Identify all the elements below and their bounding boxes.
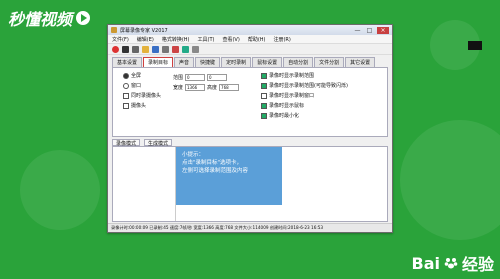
export-icon[interactable] [192, 45, 199, 53]
play-icon[interactable] [182, 45, 189, 53]
option-label: 录像时显示录制范围 [269, 73, 315, 79]
paw-icon [444, 258, 458, 269]
decor-circle [400, 120, 500, 240]
field-label: 高度 [207, 85, 218, 91]
toolbar [108, 44, 392, 55]
checkbox-icon [261, 82, 267, 89]
title-bar: 屏幕录像专家 V2017 — □ × [108, 25, 392, 35]
tab-hotkeys[interactable]: 快捷键 [195, 57, 221, 67]
check-option[interactable]: 录像时显示鼠标 [261, 102, 348, 109]
size-row: 宽度 1366 高度 768 [173, 84, 240, 91]
region-fields: 范围 0 0 宽度 1366 高度 768 [173, 74, 240, 91]
tip-line2: 左侧可选择录制范围及内容 [182, 168, 249, 174]
option-label: 全屏 [131, 73, 142, 79]
baidu-jingyan-logo: Bai 经验 [412, 251, 495, 275]
tip-box: 小提示： 点击"录制目标"选项卡， 左侧可选择录制范围及内容 [176, 147, 282, 205]
tab-other[interactable]: 其它设置 [345, 57, 376, 67]
record-mode-label: 录像模式 [112, 139, 141, 147]
status-bar: 录像计时:00:00:09 已录制:45 速度:7帧/秒 宽度:1366 高度:… [108, 223, 392, 232]
tab-basic[interactable]: 基本设置 [112, 57, 143, 67]
tip-line1: 点击"录制目标"选项卡， [182, 160, 243, 166]
checkbox-icon [123, 92, 129, 99]
tab-mouse[interactable]: 鼠标设置 [252, 57, 283, 67]
tab-file-split[interactable]: 文件分割 [314, 57, 345, 67]
check-option[interactable]: 录像时显示录制范围(可能导致闪烁) [261, 82, 348, 89]
mode-window[interactable]: 窗口 [123, 82, 161, 89]
folder-icon[interactable] [142, 45, 149, 53]
record-icon[interactable] [112, 45, 119, 53]
checkbox-icon [261, 72, 267, 79]
delete-icon[interactable] [172, 45, 179, 53]
tab-schedule[interactable]: 定时录制 [221, 57, 252, 67]
brand-name: 秒懂视频 [8, 10, 73, 29]
option-label: 录像时显示录制范围(可能导致闪烁) [269, 83, 348, 89]
region-row: 范围 0 0 [173, 74, 239, 81]
field-label: 范围 [173, 75, 184, 81]
height-field[interactable]: 768 [219, 84, 240, 91]
option-label: 摄像头 [131, 103, 147, 109]
x-field[interactable]: 0 [185, 74, 206, 81]
mode-fullscreen[interactable]: 全屏 [123, 72, 161, 79]
menu-file[interactable]: 文件(F) [112, 36, 129, 43]
gen-mode-label: 生成模式 [144, 139, 173, 147]
settings-icon[interactable] [162, 45, 169, 53]
menu-help[interactable]: 帮助(H) [248, 36, 266, 43]
y-field[interactable]: 0 [207, 74, 228, 81]
content-header: 录像模式 生成模式 [112, 139, 388, 147]
option-label: 录像时最小化 [269, 113, 300, 119]
pause-icon[interactable] [132, 45, 139, 53]
app-window: 屏幕录像专家 V2017 — □ × 文件(F) 编辑(E) 格式转换(H) 工… [107, 24, 393, 233]
recording-list[interactable] [113, 147, 176, 221]
mode-camera-together[interactable]: 同时录摄像头 [123, 92, 161, 99]
menu-tools[interactable]: 工具(T) [198, 36, 215, 43]
display-options: 录像时显示录制范围 录像时显示录制范围(可能导致闪烁) 录像时显示录制窗口 录像… [261, 72, 348, 119]
window-title: 屏幕录像专家 V2017 [120, 27, 168, 34]
checkbox-icon [261, 92, 267, 99]
tab-sound[interactable]: 声音 [174, 57, 195, 67]
menu-view[interactable]: 查看(V) [222, 36, 239, 43]
baidu-suffix: 经验 [461, 255, 494, 274]
baidu-text: Bai [411, 253, 440, 273]
tip-title: 小提示： [182, 152, 205, 158]
checkbox-icon [261, 112, 267, 119]
width-field[interactable]: 1366 [185, 84, 206, 91]
menu-register[interactable]: 注册(R) [273, 36, 290, 43]
check-option[interactable]: 录像时最小化 [261, 112, 348, 119]
minimize-button[interactable]: — [353, 27, 362, 34]
check-option[interactable]: 录像时显示录制窗口 [261, 92, 348, 99]
preview-area: 小提示： 点击"录制目标"选项卡， 左侧可选择录制范围及内容 [176, 147, 387, 221]
check-option[interactable]: 录像时显示录制范围 [261, 72, 348, 79]
tab-record-target[interactable]: 录制目标 [143, 57, 174, 67]
decor-circle [20, 150, 100, 230]
save-icon[interactable] [152, 45, 159, 53]
field-label: 宽度 [173, 85, 184, 91]
stop-icon[interactable] [122, 45, 129, 53]
mode-camera[interactable]: 摄像头 [123, 102, 161, 109]
tab-auto-split[interactable]: 自动分割 [283, 57, 314, 67]
content-area: 小提示： 点击"录制目标"选项卡， 左侧可选择录制范围及内容 [112, 146, 388, 222]
radio-icon [123, 72, 129, 79]
option-label: 录像时显示录制窗口 [269, 93, 315, 99]
option-label: 同时录摄像头 [131, 93, 162, 99]
option-label: 窗口 [131, 83, 142, 89]
color-swatch [468, 41, 482, 50]
record-target-panel: 全屏 窗口 同时录摄像头 摄像头 范围 0 0 宽度 1366 高度 768 录… [112, 67, 388, 137]
brand-logo: 秒懂视频 [8, 6, 91, 30]
settings-tabs: 基本设置 录制目标 声音 快捷键 定时录制 鼠标设置 自动分割 文件分割 其它设… [108, 55, 392, 67]
menu-edit[interactable]: 编辑(E) [137, 36, 154, 43]
close-button[interactable]: × [377, 26, 389, 34]
menu-bar: 文件(F) 编辑(E) 格式转换(H) 工具(T) 查看(V) 帮助(H) 注册… [108, 35, 392, 44]
radio-icon [123, 82, 129, 89]
app-icon [111, 27, 117, 33]
checkbox-icon [123, 102, 129, 109]
menu-convert[interactable]: 格式转换(H) [162, 36, 190, 43]
maximize-button[interactable]: □ [365, 27, 374, 34]
option-label: 录像时显示鼠标 [269, 103, 305, 109]
mode-options: 全屏 窗口 同时录摄像头 摄像头 [123, 72, 161, 109]
checkbox-icon [261, 102, 267, 109]
play-icon [76, 11, 91, 25]
